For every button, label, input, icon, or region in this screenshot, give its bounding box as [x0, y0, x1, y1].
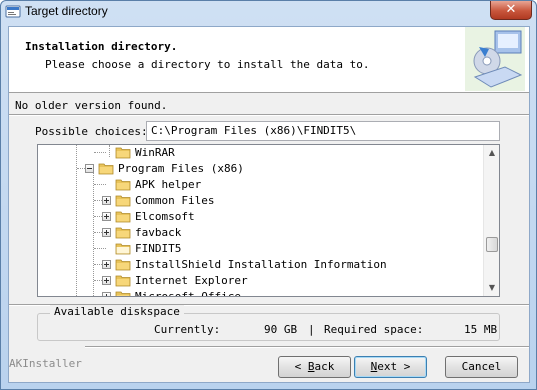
folder-open-icon [115, 243, 131, 254]
folder-icon [115, 227, 131, 238]
expand-icon[interactable] [102, 259, 111, 269]
tree-node-label: WinRAR [135, 145, 175, 159]
directory-tree[interactable]: WinRAR Program Files (x86) APK helper Commo… [37, 144, 500, 297]
diskspace-divider: | [308, 323, 315, 336]
expand-icon[interactable] [102, 195, 111, 205]
tree-node-label: Elcomsoft [135, 209, 195, 223]
header-subtitle: Please choose a directory to install the… [45, 58, 370, 71]
installer-window: Target directory ✕ Installation director… [0, 0, 537, 390]
tree-node[interactable]: Common Files [102, 192, 214, 208]
scroll-thumb[interactable] [486, 237, 498, 252]
back-accel: B [307, 360, 315, 373]
collapse-icon[interactable] [85, 163, 94, 173]
next-rest: ext > [377, 360, 411, 373]
tree-node[interactable]: FINDIT5 [102, 240, 181, 256]
tree-vertical-scrollbar[interactable]: ▲ ▼ [483, 145, 499, 296]
version-status: No older version found. [15, 99, 168, 112]
window-title: Target directory [25, 4, 108, 18]
expand-icon[interactable] [102, 275, 111, 285]
tree-node-label: InstallShield Installation Information [135, 257, 387, 271]
back-button[interactable]: < Back [278, 356, 351, 378]
cancel-button[interactable]: Cancel [445, 356, 518, 378]
folder-icon [115, 259, 131, 270]
diskspace-title: Available diskspace [50, 305, 184, 318]
tree-items: WinRAR Program Files (x86) APK helper Commo… [38, 145, 484, 296]
back-rest: ack [314, 360, 335, 373]
title-bar[interactable]: Target directory ✕ [1, 1, 536, 23]
install-path-field[interactable]: C:\Program Files (x86)\FINDIT5\ [146, 121, 500, 141]
back-prefix: < [294, 360, 308, 373]
expand-icon[interactable] [102, 227, 111, 237]
tree-node[interactable]: WinRAR [102, 145, 175, 160]
dialog-client: Installation directory. Please choose a … [8, 26, 530, 383]
header-title: Installation directory. [25, 40, 178, 53]
folder-icon [115, 211, 131, 222]
possible-choices-label: Possible choices: [35, 125, 148, 138]
folder-icon [115, 147, 131, 158]
tree-node[interactable]: Microsoft Office [102, 288, 241, 296]
next-button[interactable]: Next > [354, 356, 427, 378]
folder-icon [115, 291, 131, 296]
diskspace-group: Available diskspace Currently: 90 GB | R… [37, 305, 500, 341]
currently-label: Currently: [154, 323, 221, 336]
folder-icon [115, 195, 131, 206]
required-label: Required space: [324, 323, 424, 336]
close-button[interactable]: ✕ [490, 1, 532, 20]
folder-icon [98, 163, 114, 174]
tree-node-label: favback [135, 225, 182, 239]
expand-icon[interactable] [102, 291, 111, 296]
scroll-down-icon[interactable]: ▼ [484, 280, 499, 296]
folder-icon [115, 275, 131, 286]
expand-icon[interactable] [102, 211, 111, 221]
tree-node-label: Common Files [135, 193, 215, 207]
scroll-up-icon[interactable]: ▲ [484, 145, 499, 161]
tree-node[interactable]: APK helper [102, 176, 201, 192]
tree-node-label: FINDIT5 [135, 241, 182, 255]
tree-node[interactable]: InstallShield Installation Information [102, 256, 387, 272]
tree-node[interactable]: Internet Explorer [102, 272, 248, 288]
header-panel: Installation directory. Please choose a … [9, 27, 529, 93]
folder-icon [115, 179, 131, 190]
tree-node-label: APK helper [135, 177, 202, 191]
tree-node-label: Microsoft Office [135, 289, 241, 297]
app-icon [5, 5, 21, 18]
tree-node-label: Internet Explorer [135, 273, 248, 287]
installer-graphic-icon [465, 27, 525, 91]
close-icon: ✕ [505, 2, 517, 17]
divider-top [9, 114, 529, 116]
currently-value: 90 GB [264, 323, 298, 336]
divider-bottom [85, 346, 529, 348]
brand-label: AKInstaller [9, 357, 82, 370]
tree-node-label: Program Files (x86) [118, 161, 244, 175]
tree-node[interactable]: Program Files (x86) [85, 160, 244, 176]
required-value: 15 MB [464, 323, 498, 336]
tree-node[interactable]: favback [102, 224, 181, 240]
tree-node[interactable]: Elcomsoft [102, 208, 195, 224]
